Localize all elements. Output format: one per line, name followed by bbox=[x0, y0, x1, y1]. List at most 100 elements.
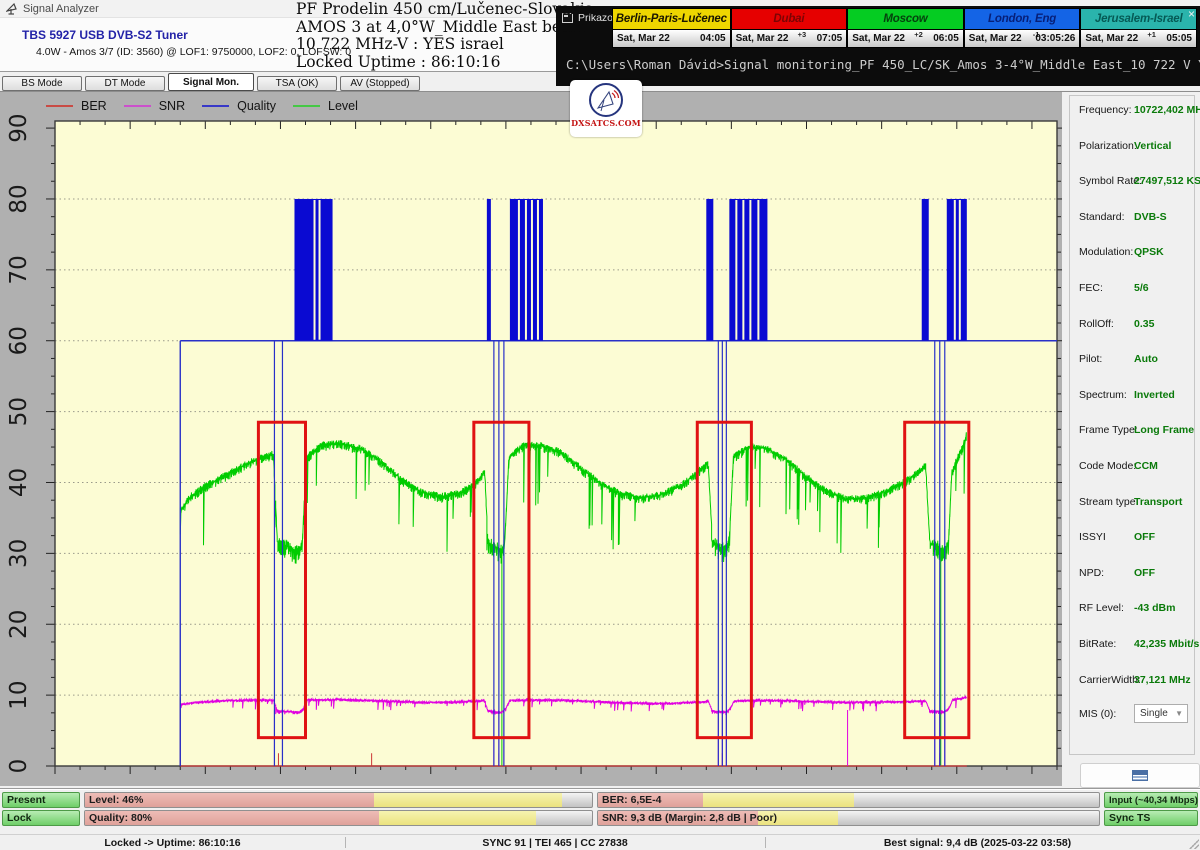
param-row-modulation: Modulation:QPSK bbox=[1070, 246, 1194, 260]
snr-bar-label: SNR: 9,3 dB (Margin: 2,8 dB | Poor) bbox=[602, 811, 777, 826]
param-value: -43 dBm bbox=[1134, 602, 1175, 614]
status-best-signal: Best signal: 9,4 dB (2025-03-22 03:58) bbox=[765, 836, 1190, 850]
legend-line bbox=[124, 105, 151, 107]
clock-city: Moscow Sat, Mar 22 +2 06:05 bbox=[846, 9, 963, 47]
logo-text: DXSATCS.COM bbox=[571, 118, 641, 128]
clock-date: Sat, Mar 22 bbox=[852, 33, 905, 44]
sync-ts-badge: Sync TS bbox=[1104, 810, 1198, 826]
legend-item-snr: SNR bbox=[124, 99, 185, 113]
mis-value: Single bbox=[1140, 708, 1168, 719]
param-row-standard: Standard: DVB-S bbox=[1070, 211, 1194, 225]
present-badge: Present bbox=[2, 792, 80, 808]
mode-tabbar: BS ModeDT ModeSignal Mon.TSA (OK)AV (Sto… bbox=[0, 72, 556, 91]
status-uptime: Locked -> Uptime: 86:10:16 bbox=[0, 836, 345, 850]
clock-date: Sat, Mar 22 bbox=[969, 33, 1022, 44]
chevron-down-icon: ▼ bbox=[1175, 709, 1183, 718]
tab-signal-mon-[interactable]: Signal Mon. bbox=[168, 73, 254, 91]
clock-city-name: Moscow bbox=[848, 9, 963, 29]
tab-dt-mode[interactable]: DT Mode bbox=[85, 76, 165, 91]
legend-label: Level bbox=[328, 99, 358, 113]
param-label: Spectrum: bbox=[1079, 389, 1127, 401]
param-label: CarrierWidth: bbox=[1079, 674, 1141, 686]
param-label: Polarization: bbox=[1079, 140, 1137, 152]
svg-text:10: 10 bbox=[6, 680, 32, 709]
signal-chart: 0102030405060708090 bbox=[0, 92, 1062, 787]
legend-line bbox=[293, 105, 320, 107]
param-row-rflevel: RF Level: -43 dBm bbox=[1070, 602, 1194, 616]
param-value: 37,121 MHz bbox=[1134, 674, 1191, 686]
legend-label: BER bbox=[81, 99, 107, 113]
clock-city: London, EngSat, Mar 22-103:05:26 bbox=[963, 9, 1080, 47]
clock-city: DubaiSat, Mar 22+307:05 bbox=[730, 9, 847, 47]
clock-utc-offset: +2 bbox=[914, 30, 923, 39]
legend-item-level: Level bbox=[293, 99, 358, 113]
svg-text:60: 60 bbox=[6, 326, 32, 355]
status-sync-counts: SYNC 91 | TEI 465 | CC 27838 bbox=[345, 836, 765, 850]
snr-bar: SNR: 9,3 dB (Margin: 2,8 dB | Poor) bbox=[597, 810, 1100, 826]
tab-bs-mode[interactable]: BS Mode bbox=[2, 76, 82, 91]
param-label: Frame Type: bbox=[1079, 424, 1138, 436]
param-value: Inverted bbox=[1134, 389, 1175, 401]
legend-label: SNR bbox=[159, 99, 185, 113]
overlay-line-2: AMOS 3 at 4,0°W_Middle East beam bbox=[296, 19, 596, 37]
param-value: 27497,512 KS/s bbox=[1134, 175, 1200, 187]
param-row-pilot: Pilot:Auto bbox=[1070, 353, 1194, 367]
param-value: OFF bbox=[1134, 531, 1155, 543]
param-value: DVB-S bbox=[1134, 211, 1167, 223]
quality-bar-label: Quality: 80% bbox=[89, 811, 152, 826]
param-label: Modulation: bbox=[1079, 246, 1133, 258]
signal-bars-region: Present Lock Level: 46% Quality: 80% BER… bbox=[0, 788, 1200, 834]
param-label: Code Mode: bbox=[1079, 460, 1136, 472]
svg-text:70: 70 bbox=[6, 255, 32, 284]
window-title: Signal Analyzer bbox=[23, 3, 99, 15]
resize-grip[interactable] bbox=[1189, 839, 1199, 849]
legend-item-quality: Quality bbox=[202, 99, 276, 113]
command-prompt-window[interactable]: Prikazov Berlin-Paris-LučenecSat, Mar 22… bbox=[556, 6, 1200, 86]
mis-select[interactable]: Single ▼ bbox=[1134, 704, 1188, 723]
close-icon[interactable]: × bbox=[1188, 8, 1195, 20]
clock-time: 04:05 bbox=[700, 33, 726, 44]
param-value: CCM bbox=[1134, 460, 1158, 472]
param-value: Auto bbox=[1134, 353, 1158, 365]
signal-analyzer-window: Signal Analyzer TBS 5927 USB DVB-S2 Tune… bbox=[0, 0, 1200, 850]
world-clock-panel: Berlin-Paris-LučenecSat, Mar 2204:05Duba… bbox=[612, 8, 1197, 48]
svg-text:30: 30 bbox=[6, 539, 32, 568]
param-label: RF Level: bbox=[1079, 602, 1124, 614]
param-row-polarization: Polarization:Vertical bbox=[1070, 140, 1194, 154]
param-row-streamtype: Stream type:Transport bbox=[1070, 496, 1194, 510]
param-label: Symbol Rate: bbox=[1079, 175, 1142, 187]
param-label: MIS (0): bbox=[1079, 708, 1116, 720]
clock-time: 06:05 bbox=[933, 33, 959, 44]
param-row-fec: FEC: 5/6 bbox=[1070, 282, 1194, 296]
param-value: 10722,402 MHz bbox=[1134, 104, 1200, 116]
param-label: FEC: bbox=[1079, 282, 1103, 294]
param-row-rolloff: RollOff:0.35 bbox=[1070, 318, 1194, 332]
panel-action-button[interactable] bbox=[1080, 763, 1200, 788]
svg-text:20: 20 bbox=[6, 610, 32, 639]
ber-bar: BER: 6,5E-4 bbox=[597, 792, 1100, 808]
param-row-symbolrate: Symbol Rate:27497,512 KS/s bbox=[1070, 175, 1194, 189]
svg-text:0: 0 bbox=[6, 759, 32, 774]
param-value: Long Frame bbox=[1134, 424, 1194, 436]
clock-time: 05:05 bbox=[1166, 33, 1192, 44]
level-bar: Level: 46% bbox=[84, 792, 593, 808]
param-label: Standard: bbox=[1079, 211, 1125, 223]
param-label: NPD: bbox=[1079, 567, 1104, 579]
tab-tsa-ok-[interactable]: TSA (OK) bbox=[257, 76, 337, 91]
clock-utc-offset: +1 bbox=[1147, 30, 1156, 39]
clock-city-name: Jerusalem-Israel bbox=[1081, 9, 1196, 29]
param-value: 0.35 bbox=[1134, 318, 1154, 330]
overlay-line-1: PF Prodelin 450 cm/Lučenec-Slovakia bbox=[296, 1, 596, 19]
satellite-dish-icon bbox=[589, 83, 623, 117]
statusbar: Locked -> Uptime: 86:10:16 SYNC 91 | TEI… bbox=[0, 834, 1200, 850]
clock-date: Sat, Mar 22 bbox=[1085, 33, 1138, 44]
param-row-codemode: Code Mode:CCM bbox=[1070, 460, 1194, 474]
param-row-spectrum: Spectrum: Inverted bbox=[1070, 389, 1194, 403]
param-value: 5/6 bbox=[1134, 282, 1149, 294]
param-row-bitrate: BitRate:42,235 Mbit/s bbox=[1070, 638, 1194, 652]
tab-av-stopped-[interactable]: AV (Stopped) bbox=[340, 76, 420, 91]
param-label: ISSYI bbox=[1079, 531, 1106, 543]
param-value: 42,235 Mbit/s bbox=[1134, 638, 1199, 650]
annotation-overlay: PF Prodelin 450 cm/Lučenec-Slovakia AMOS… bbox=[296, 1, 596, 71]
level-bar-label: Level: 46% bbox=[89, 793, 143, 808]
